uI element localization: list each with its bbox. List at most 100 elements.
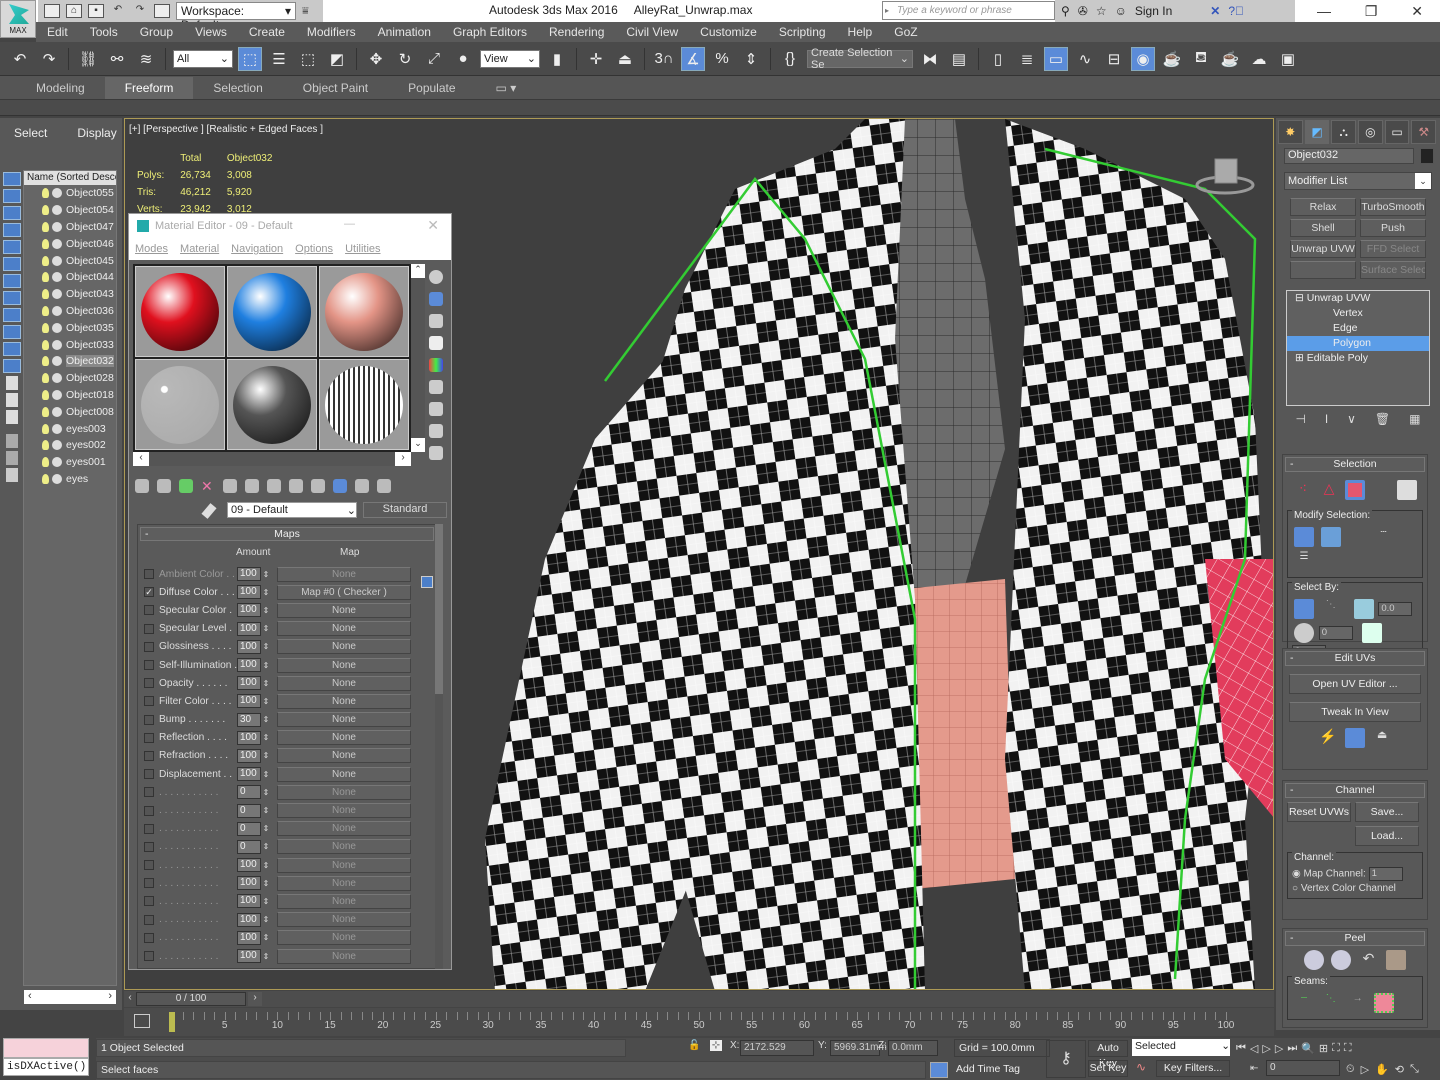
map-enable-checkbox[interactable]: ✓: [144, 587, 154, 598]
scrollbar-thumb[interactable]: [435, 524, 443, 694]
render-setup-icon[interactable]: ☕: [1160, 47, 1184, 71]
scene-list-item[interactable]: Object033: [24, 336, 116, 353]
select-and-manipulate-icon[interactable]: ✛: [584, 47, 608, 71]
map-enable-checkbox[interactable]: [144, 823, 154, 834]
ribbon-options-icon[interactable]: ▭ ▾: [476, 77, 537, 99]
show-shaded-material-icon[interactable]: [311, 479, 325, 493]
open-uv-editor-button[interactable]: Open UV Editor ...: [1289, 674, 1421, 694]
zoom-icon[interactable]: 🔍: [1301, 1042, 1315, 1055]
pin-stack-icon[interactable]: ⊣: [1295, 412, 1305, 430]
application-menu-button[interactable]: MAX: [0, 0, 36, 38]
go-to-end-icon[interactable]: ⏭: [1287, 1042, 1297, 1055]
tab-select[interactable]: Select: [14, 126, 47, 148]
map-amount-spinner[interactable]: 100: [237, 930, 261, 945]
selection-filter-dropdown[interactable]: All ⌄: [173, 49, 233, 68]
menu-tools[interactable]: Tools: [79, 25, 129, 39]
pivot-center-icon[interactable]: ▮: [545, 47, 569, 71]
map-amount-spinner[interactable]: 100: [237, 949, 261, 964]
sample-slots-vertical-scrollbar[interactable]: ⌃ ⌄: [411, 264, 425, 452]
material-editor-titlebar[interactable]: Material Editor - 09 - Default — ✕: [129, 214, 451, 238]
visibility-lightbulb-icon[interactable]: [42, 406, 49, 417]
make-copy-icon[interactable]: [223, 479, 237, 493]
selection-rollout-header[interactable]: - Selection: [1285, 457, 1425, 472]
put-to-library-icon[interactable]: [267, 479, 281, 493]
restore-icon[interactable]: ❐: [1365, 3, 1378, 20]
freeze-icon[interactable]: [52, 423, 62, 434]
display-all-icon[interactable]: [6, 376, 18, 390]
material-editor-icon[interactable]: ◉: [1131, 46, 1155, 71]
freeze-icon[interactable]: [52, 406, 62, 417]
minimize-icon[interactable]: —: [344, 218, 355, 230]
edit-seams-icon[interactable]: ┄: [1294, 993, 1314, 1013]
ring-selection-icon[interactable]: ┄: [1374, 527, 1394, 547]
material-sample-slot[interactable]: [135, 359, 225, 450]
go-to-parent-icon[interactable]: [355, 479, 369, 493]
planar-angle-icon[interactable]: [1353, 599, 1374, 619]
scene-list-item[interactable]: Object044: [24, 269, 116, 286]
modifier-stack-item[interactable]: Polygon: [1287, 336, 1429, 351]
options-icon[interactable]: [429, 402, 443, 416]
remove-modifier-icon[interactable]: 🗑: [1375, 412, 1390, 430]
sample-slots-horizontal-scrollbar[interactable]: ‹ ›: [133, 452, 411, 466]
spinner-arrows-icon[interactable]: ⇕: [261, 570, 271, 579]
map-enable-checkbox[interactable]: [144, 714, 154, 725]
map-slot-button[interactable]: None: [277, 893, 411, 909]
freeze-icon[interactable]: [52, 440, 62, 451]
quick-planar-map-icon[interactable]: ⚡: [1318, 728, 1338, 748]
undo-icon[interactable]: ↶: [8, 47, 32, 71]
help-icon[interactable]: ?⃝: [1228, 4, 1244, 18]
spinner-arrows-icon[interactable]: ⇕: [261, 606, 271, 615]
map-enable-checkbox[interactable]: [144, 660, 154, 671]
freeze-icon[interactable]: [52, 221, 62, 232]
select-by-smoothing-icon[interactable]: [1294, 623, 1314, 643]
visibility-lightbulb-icon[interactable]: [42, 305, 49, 316]
current-frame-marker[interactable]: [169, 1012, 175, 1032]
select-by-material-icon[interactable]: [429, 424, 443, 438]
display-none-icon[interactable]: [6, 393, 18, 407]
map-enable-checkbox[interactable]: [144, 569, 154, 580]
toggle-scene-explorer-icon[interactable]: ▯: [986, 47, 1010, 71]
zoom-extents-all-icon[interactable]: ⛶: [1344, 1042, 1352, 1055]
visibility-lightbulb-icon[interactable]: [42, 255, 49, 266]
get-material-icon[interactable]: [135, 479, 149, 493]
set-keys-key-icon[interactable]: ⚷: [1046, 1040, 1086, 1078]
map-slot-button[interactable]: None: [277, 748, 411, 764]
material-menu-modes[interactable]: Modes: [135, 243, 168, 255]
freeze-icon[interactable]: [52, 255, 62, 266]
favorites-star-icon[interactable]: ☆: [1096, 4, 1107, 18]
render-in-cloud-icon[interactable]: ☁: [1247, 47, 1271, 71]
spinner-arrows-icon[interactable]: ⇕: [261, 751, 271, 760]
display-groups-icon[interactable]: [3, 274, 21, 288]
field-of-view-icon[interactable]: ▷: [1361, 1063, 1369, 1076]
map-enable-checkbox[interactable]: [144, 732, 154, 743]
map-enable-checkbox[interactable]: [144, 641, 154, 652]
scene-list-item[interactable]: Object045: [24, 252, 116, 269]
scene-list-item[interactable]: Object008: [24, 403, 116, 420]
map-amount-spinner[interactable]: 100: [237, 748, 261, 763]
show-end-result-icon[interactable]: I: [1325, 412, 1328, 430]
display-space-warps-icon[interactable]: [3, 257, 21, 271]
workspace-dropdown[interactable]: Workspace: Default ▾: [176, 2, 296, 32]
planar-angle-spinner[interactable]: 0.0: [1378, 602, 1413, 616]
scroll-up-icon[interactable]: ⌃: [411, 264, 425, 278]
spinner-arrows-icon[interactable]: ⇕: [261, 679, 271, 688]
select-object-icon[interactable]: ⬚: [238, 46, 262, 71]
modifier-button[interactable]: Unwrap UVW: [1290, 240, 1356, 258]
absolute-mode-icon[interactable]: ⊹: [710, 1040, 722, 1051]
viewport-label-menu[interactable]: [+] [Perspective ] [Realistic + Edged Fa…: [129, 124, 323, 135]
scene-list-item[interactable]: Object054: [24, 202, 116, 219]
play-icon[interactable]: ▷: [1262, 1042, 1270, 1055]
scene-list-item[interactable]: Object046: [24, 235, 116, 252]
percent-snap-icon[interactable]: %: [710, 47, 734, 71]
map-amount-spinner[interactable]: 30: [237, 712, 261, 727]
material-sample-slot[interactable]: [319, 359, 409, 450]
modify-tab-icon[interactable]: ◩: [1304, 120, 1330, 144]
freeze-icon[interactable]: [52, 356, 62, 367]
freeze-icon[interactable]: [52, 205, 62, 216]
map-slot-button[interactable]: None: [277, 839, 411, 855]
display-lights-icon[interactable]: [3, 206, 21, 220]
polygon-mode-icon[interactable]: [1345, 480, 1365, 500]
spinner-arrows-icon[interactable]: ⇕: [261, 861, 271, 870]
pelt-map-icon[interactable]: [1331, 950, 1352, 970]
isolate-selection-icon[interactable]: 🔓: [688, 1040, 700, 1051]
